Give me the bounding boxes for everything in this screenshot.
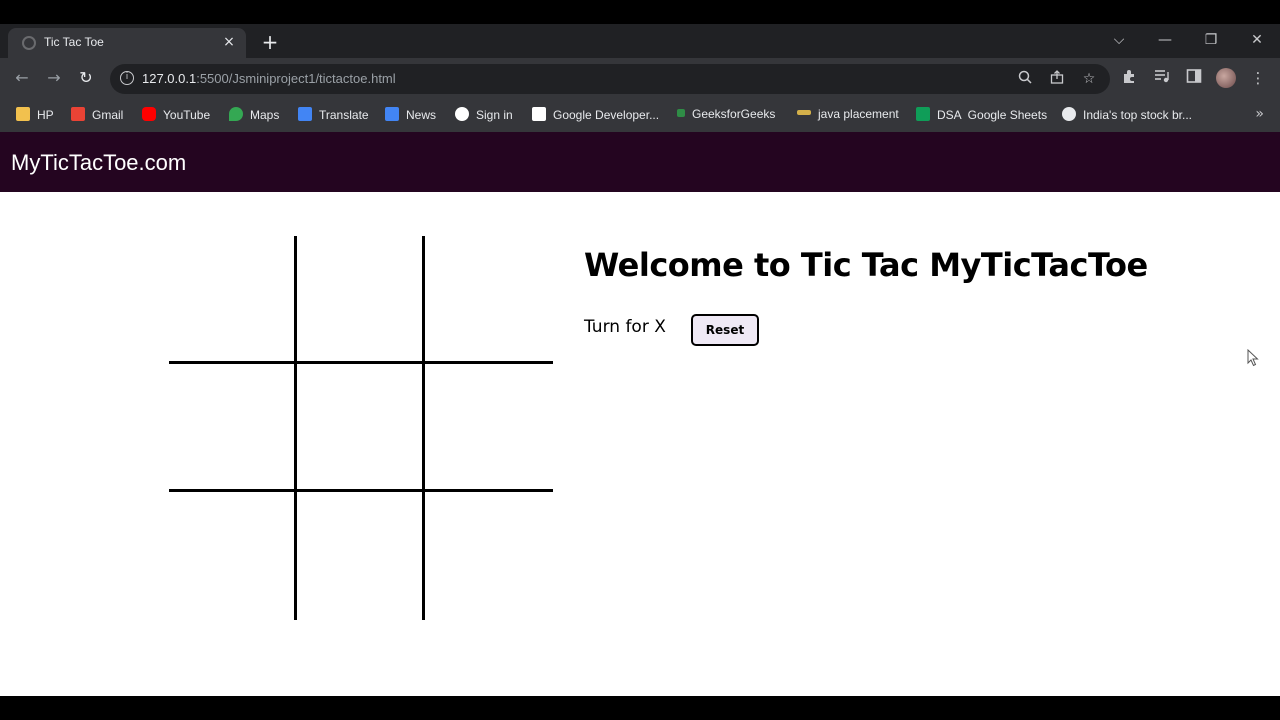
profile-avatar[interactable] <box>1216 68 1236 88</box>
address-bar[interactable]: i 127.0.0.1:5500/Jsminiproject1/tictacto… <box>110 64 1110 94</box>
forward-arrow-icon[interactable]: → <box>42 66 66 90</box>
side-panel-icon[interactable] <box>1184 68 1204 88</box>
browser-toolbar: ← → ↻ i 127.0.0.1:5500/Jsminiproject1/ti… <box>0 58 1280 98</box>
minimize-icon[interactable]: — <box>1150 28 1180 52</box>
java-placement-icon <box>797 110 811 115</box>
bookmark-label: DSA Google Sheets <box>937 108 1048 122</box>
menu-kebab-icon[interactable]: ⋮ <box>1248 68 1268 88</box>
reload-icon[interactable]: ↻ <box>74 66 98 90</box>
folder-icon <box>16 107 30 121</box>
share-icon[interactable] <box>1048 70 1066 88</box>
bookmarks-bar: HP Gmail YouTube Maps Translate News Sig… <box>0 98 1280 132</box>
bookmark-star-icon[interactable]: ☆ <box>1080 70 1098 88</box>
bookmarks-overflow-icon[interactable]: » <box>1255 106 1264 122</box>
restore-icon[interactable]: ❐ <box>1196 28 1226 52</box>
close-window-icon[interactable]: ✕ <box>1242 28 1272 52</box>
sheets-icon <box>916 107 930 121</box>
screen: Tic Tac Toe × + ⌵ — ❐ ✕ ← → ↻ i 127.0.0.… <box>0 0 1280 720</box>
tictactoe-board <box>169 236 553 620</box>
tab-title: Tic Tac Toe <box>44 35 104 49</box>
media-controls-icon[interactable] <box>1152 68 1172 88</box>
reset-button[interactable]: Reset <box>691 314 759 346</box>
turn-indicator: Turn for X <box>584 317 666 337</box>
bookmark-label: News <box>406 108 437 122</box>
board-cell-2[interactable] <box>297 236 425 364</box>
tab-strip: Tic Tac Toe × + ⌵ — ❐ ✕ <box>0 24 1280 58</box>
google-developers-icon <box>532 107 546 121</box>
board-cell-1[interactable] <box>169 236 297 364</box>
welcome-heading: Welcome to Tic Tac MyTicTacToe <box>584 246 1148 284</box>
web-page: MyTicTacToe.com Welcome to Tic Tac MyTic… <box>0 132 1280 696</box>
site-logo: MyTicTacToe.com <box>11 150 187 175</box>
bookmark-label: GeeksforGeeks <box>692 107 776 121</box>
board-cell-7[interactable] <box>169 492 297 620</box>
board-cell-4[interactable] <box>169 364 297 492</box>
gmail-icon <box>71 107 85 121</box>
board-cell-9[interactable] <box>425 492 553 620</box>
bookmark-label: Google Developer... <box>553 108 660 122</box>
bookmark-label: India's top stock br... <box>1083 108 1193 122</box>
new-tab-button[interactable]: + <box>258 30 282 54</box>
zoom-icon[interactable] <box>1016 70 1034 88</box>
url-text: 127.0.0.1:5500/Jsminiproject1/tictactoe.… <box>142 71 396 86</box>
google-icon <box>455 107 469 121</box>
bookmark-geeksforgeeks[interactable]: GeeksforGeeks <box>677 107 775 123</box>
board-cell-8[interactable] <box>297 492 425 620</box>
bookmark-translate[interactable]: Translate <box>298 107 369 123</box>
site-info-icon[interactable]: i <box>120 71 134 85</box>
bookmark-dsa-sheets[interactable]: DSA Google Sheets <box>916 107 1047 123</box>
bookmark-label: Gmail <box>92 108 124 122</box>
bookmark-google-developer[interactable]: Google Developer... <box>532 107 659 123</box>
bookmark-youtube[interactable]: YouTube <box>142 107 210 123</box>
bookmark-label: Sign in <box>476 108 513 122</box>
board-cell-3[interactable] <box>425 236 553 364</box>
bookmark-news[interactable]: News <box>385 107 436 123</box>
tab-close-icon[interactable]: × <box>220 33 238 51</box>
bookmark-label: Maps <box>250 108 280 122</box>
turn-row: Turn for X Reset <box>584 314 884 350</box>
bookmark-label: YouTube <box>163 108 211 122</box>
youtube-icon <box>142 107 156 121</box>
bookmark-maps[interactable]: Maps <box>229 107 279 123</box>
news-icon <box>385 107 399 121</box>
tab-tic-tac-toe[interactable]: Tic Tac Toe × <box>8 28 246 58</box>
extensions-icon[interactable] <box>1120 68 1140 88</box>
browser-chrome: Tic Tac Toe × + ⌵ — ❐ ✕ ← → ↻ i 127.0.0.… <box>0 24 1280 132</box>
bookmark-java-placement[interactable]: java placement <box>797 107 899 123</box>
maps-icon <box>229 107 243 121</box>
bookmark-label: Translate <box>319 108 369 122</box>
translate-icon <box>298 107 312 121</box>
bookmark-gmail[interactable]: Gmail <box>71 107 123 123</box>
geeksforgeeks-icon <box>677 109 685 117</box>
bookmark-hp[interactable]: HP <box>16 107 54 123</box>
globe-icon <box>1062 107 1076 121</box>
board-cell-5[interactable] <box>297 364 425 492</box>
url-host: 127.0.0.1 <box>142 71 197 86</box>
url-path: :5500/Jsminiproject1/tictactoe.html <box>196 71 396 86</box>
bookmark-stock-broker[interactable]: India's top stock br... <box>1062 107 1192 123</box>
mouse-cursor-icon <box>1247 349 1259 367</box>
board-cell-6[interactable] <box>425 364 553 492</box>
bookmark-sign-in[interactable]: Sign in <box>455 107 513 123</box>
bookmark-label: java placement <box>818 107 899 121</box>
tab-favicon-icon <box>22 36 36 50</box>
tab-search-icon[interactable]: ⌵ <box>1104 28 1134 52</box>
site-navbar: MyTicTacToe.com <box>0 132 1280 192</box>
game-info: Welcome to Tic Tac MyTicTacToe Turn for … <box>584 246 1148 346</box>
back-arrow-icon[interactable]: ← <box>10 66 34 90</box>
bookmark-label: HP <box>37 108 54 122</box>
